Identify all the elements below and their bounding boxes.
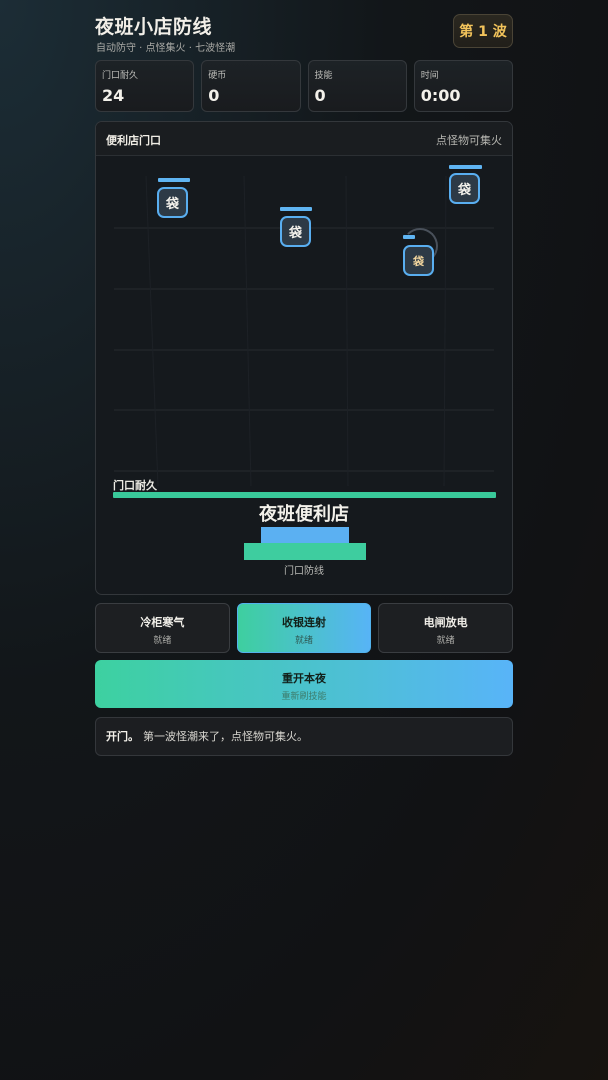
skills-bar: 冷柜寒气 就绪 收银连射 就绪 电闸放电 就绪: [95, 603, 514, 653]
stat-value: 0:00: [420, 86, 461, 105]
event-log: 开门。 第一波怪潮来了，点怪物可集火。: [95, 717, 513, 756]
door-hp-bar: [113, 492, 496, 498]
enemy-bag[interactable]: 袋: [280, 216, 311, 247]
enemy-hp-bar: [280, 207, 312, 211]
enemy-bag-frozen[interactable]: 袋: [403, 245, 434, 276]
game-title: 夜班小店防线: [95, 16, 213, 38]
stat-value: 24: [102, 86, 125, 105]
skill-state: 就绪: [295, 636, 314, 646]
enemy-bag[interactable]: 袋: [157, 187, 188, 218]
stat-value: 0: [208, 86, 220, 105]
skill-shock-button[interactable]: 电闸放电 就绪: [378, 603, 514, 653]
skill-freeze-button[interactable]: 冷柜寒气 就绪: [95, 603, 230, 653]
enemy-hp-bar: [403, 235, 415, 239]
bag-icon: 袋: [457, 183, 471, 198]
arena-hint: 点怪物可集火: [436, 134, 502, 147]
skill-state: 就绪: [436, 636, 455, 646]
stat-label: 门口耐久: [102, 71, 139, 81]
log-heading: 开门。: [106, 730, 139, 743]
header: 夜班小店防线 自动防守 · 点怪集火 · 七波怪潮 第 1 波: [95, 12, 513, 56]
restart-sublabel: 重新刷技能: [281, 692, 327, 702]
store-caption: 门口防线: [284, 566, 324, 577]
bag-icon: 袋: [288, 226, 302, 241]
stat-coins: 硬币 0: [201, 60, 301, 112]
game-subtitle: 自动防守 · 点怪集火 · 七波怪潮: [96, 43, 236, 54]
stat-label: 硬币: [208, 71, 227, 81]
wave-badge: 第 1 波: [453, 14, 513, 48]
bag-icon: 袋: [413, 254, 424, 268]
battle-field[interactable]: 袋 袋 袋 袋 门口耐久 夜班便利店 门口防线: [96, 156, 512, 594]
enemy-hp-bar: [158, 178, 190, 182]
stats-panel: 门口耐久 24 硬币 0 技能 0 时间 0:00: [95, 60, 513, 112]
enemy-bag[interactable]: 袋: [449, 173, 480, 204]
stat-door-hp: 门口耐久 24: [95, 60, 195, 112]
log-message: 第一波怪潮来了，点怪物可集火。: [143, 730, 308, 743]
store-base: [244, 543, 366, 560]
store-roof: [261, 527, 349, 543]
stat-skill-points: 技能 0: [307, 60, 407, 112]
arena-title: 便利店门口: [106, 134, 161, 147]
stat-value: 0: [314, 86, 326, 105]
stat-label: 技能: [314, 71, 333, 81]
stat-label: 时间: [420, 71, 439, 81]
skill-state: 就绪: [153, 636, 172, 646]
game-app: 夜班小店防线 自动防守 · 点怪集火 · 七波怪潮 第 1 波 门口耐久 24 …: [95, 12, 514, 756]
stat-time: 时间 0:00: [413, 60, 513, 112]
skill-name: 收银连射: [282, 616, 326, 629]
battle-arena: 便利店门口 点怪物可集火 袋 袋 袋 袋 门口耐久 夜班便利店 门口防线: [95, 121, 513, 595]
store-name: 夜班便利店: [259, 504, 349, 525]
skill-name: 电闸放电: [423, 616, 468, 629]
bag-icon: 袋: [165, 197, 179, 212]
restart-button[interactable]: 重开本夜 重新刷技能: [95, 660, 513, 708]
skill-name: 冷柜寒气: [140, 616, 185, 629]
arena-header: 便利店门口 点怪物可集火: [96, 122, 512, 156]
skill-rapid-fire-button[interactable]: 收银连射 就绪: [236, 603, 372, 653]
door-hp-label: 门口耐久: [113, 479, 157, 492]
enemy-hp-bar: [449, 165, 482, 169]
restart-label: 重开本夜: [282, 672, 326, 685]
